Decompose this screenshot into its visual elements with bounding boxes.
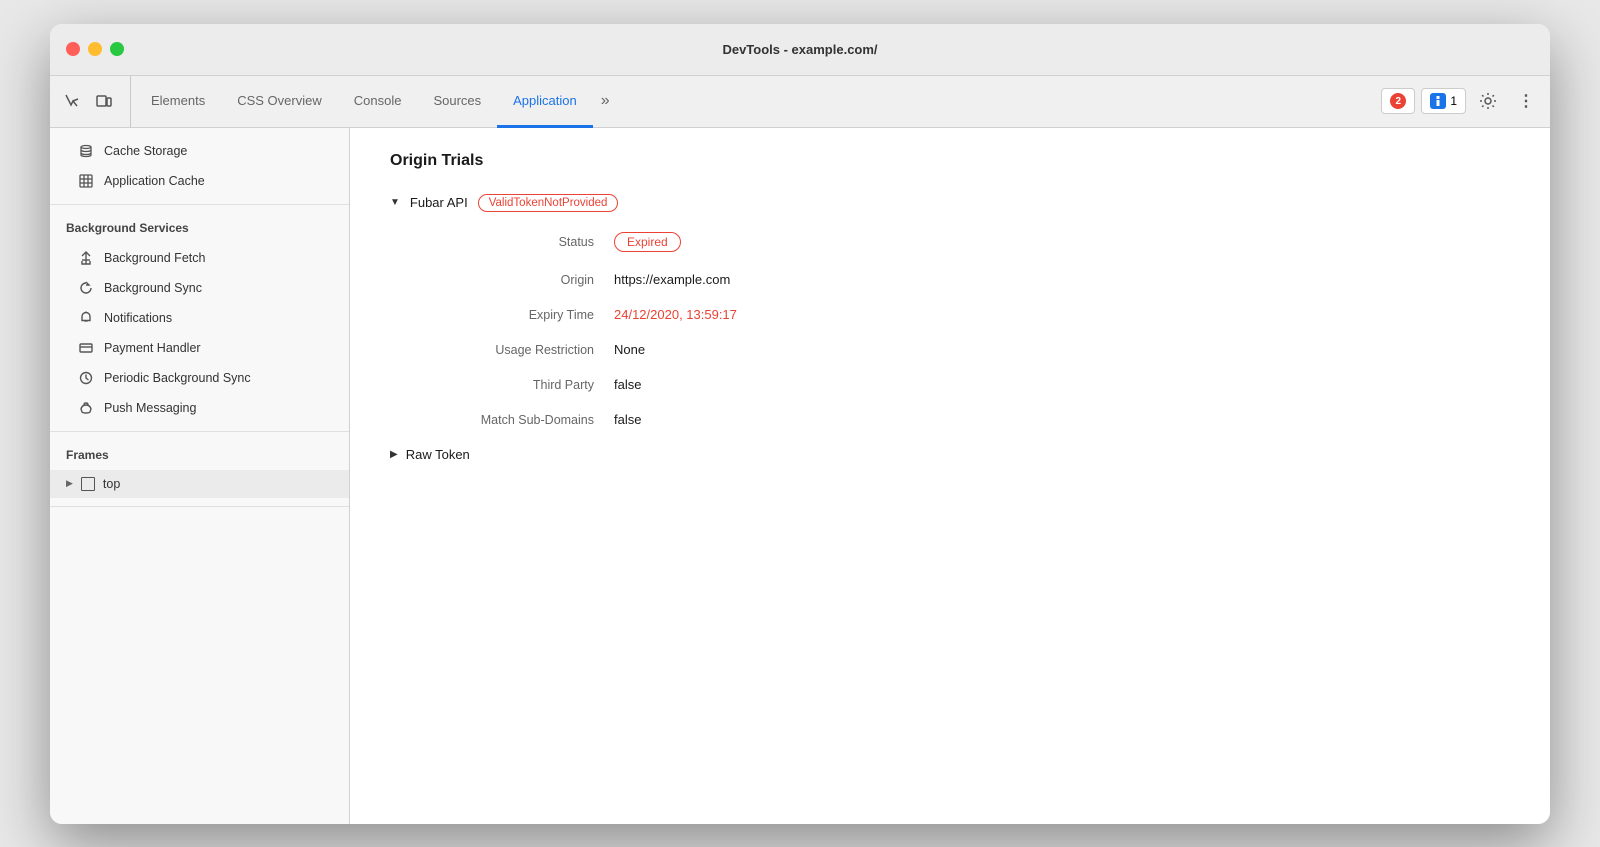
- status-value: Expired: [614, 232, 681, 252]
- usage-restriction-value: None: [614, 342, 645, 357]
- status-row: Status Expired: [414, 232, 1510, 252]
- devtools-window: DevTools - example.com/ Elements: [50, 24, 1550, 824]
- frames-top-icon: [81, 477, 95, 491]
- frames-top-arrow: ▶: [66, 478, 73, 489]
- frames-section: Frames ▶ top: [50, 432, 349, 507]
- raw-token-arrow[interactable]: ▶: [390, 449, 398, 460]
- expiry-label: Expiry Time: [414, 308, 614, 322]
- third-party-row: Third Party false: [414, 377, 1510, 392]
- notifications-icon: [78, 310, 94, 326]
- toolbar-right: 2 2 1 ⋮: [1381, 76, 1542, 127]
- tab-css-overview[interactable]: CSS Overview: [221, 77, 338, 128]
- sidebar-item-notifications[interactable]: Notifications: [50, 303, 349, 333]
- origin-label: Origin: [414, 273, 614, 287]
- api-section: ▼ Fubar API ValidTokenNotProvided Status…: [390, 194, 1510, 462]
- match-subdomains-label: Match Sub-Domains: [414, 413, 614, 427]
- info-icon: [1430, 93, 1446, 109]
- raw-token-row: ▶ Raw Token: [390, 447, 1510, 462]
- background-services-header: Background Services: [50, 213, 349, 243]
- match-subdomains-value: false: [614, 412, 641, 427]
- content-panel: Origin Trials ▼ Fubar API ValidTokenNotP…: [350, 128, 1550, 824]
- periodic-background-sync-icon: [78, 370, 94, 386]
- sidebar-item-frames-top[interactable]: ▶ top: [50, 470, 349, 498]
- background-fetch-icon: [78, 250, 94, 266]
- match-subdomains-row: Match Sub-Domains false: [414, 412, 1510, 427]
- sidebar-item-application-cache[interactable]: Application Cache: [50, 166, 349, 196]
- close-button[interactable]: [66, 42, 80, 56]
- tab-sources[interactable]: Sources: [417, 77, 497, 128]
- storage-section: Cache Storage Application Cache: [50, 128, 349, 205]
- error-badge-button[interactable]: 2 2: [1381, 88, 1415, 114]
- frames-header: Frames: [50, 440, 349, 470]
- tabs-list: Elements CSS Overview Console Sources Ap…: [135, 76, 1381, 127]
- origin-value: https://example.com: [614, 272, 730, 287]
- raw-token-label: Raw Token: [406, 447, 470, 462]
- sidebar-item-background-fetch[interactable]: Background Fetch: [50, 243, 349, 273]
- more-tabs-button[interactable]: »: [593, 76, 618, 127]
- status-label: Status: [414, 235, 614, 249]
- third-party-value: false: [614, 377, 641, 392]
- tab-console[interactable]: Console: [338, 77, 418, 128]
- sidebar-item-background-sync[interactable]: Background Sync: [50, 273, 349, 303]
- minimize-button[interactable]: [88, 42, 102, 56]
- usage-restriction-label: Usage Restriction: [414, 343, 614, 357]
- cache-storage-icon: [78, 143, 94, 159]
- background-services-section: Background Services Background Fetch: [50, 205, 349, 432]
- traffic-lights: [66, 42, 124, 56]
- settings-button[interactable]: [1472, 85, 1504, 117]
- push-messaging-icon: [78, 400, 94, 416]
- origin-row: Origin https://example.com: [414, 272, 1510, 287]
- error-count: 2: [1390, 93, 1406, 109]
- detail-table: Status Expired Origin https://example.co…: [414, 232, 1510, 427]
- info-badge-button[interactable]: 1: [1421, 88, 1466, 114]
- toolbar-icons: [58, 76, 131, 127]
- sidebar-item-payment-handler[interactable]: Payment Handler: [50, 333, 349, 363]
- tab-application[interactable]: Application: [497, 77, 593, 128]
- more-options-button[interactable]: ⋮: [1510, 85, 1542, 117]
- api-expand-arrow[interactable]: ▼: [390, 197, 400, 208]
- tabs-bar: Elements CSS Overview Console Sources Ap…: [50, 76, 1550, 128]
- expiry-value: 24/12/2020, 13:59:17: [614, 307, 737, 322]
- payment-handler-icon: [78, 340, 94, 356]
- device-toggle-icon[interactable]: [90, 87, 118, 115]
- sidebar-item-push-messaging[interactable]: Push Messaging: [50, 393, 349, 423]
- titlebar: DevTools - example.com/: [50, 24, 1550, 76]
- third-party-label: Third Party: [414, 378, 614, 392]
- background-sync-icon: [78, 280, 94, 296]
- api-name: Fubar API: [410, 195, 468, 210]
- maximize-button[interactable]: [110, 42, 124, 56]
- usage-restriction-row: Usage Restriction None: [414, 342, 1510, 357]
- application-cache-icon: [78, 173, 94, 189]
- info-count: 1: [1450, 94, 1457, 108]
- tab-elements[interactable]: Elements: [135, 77, 221, 128]
- expiry-row: Expiry Time 24/12/2020, 13:59:17: [414, 307, 1510, 322]
- sidebar-item-periodic-background-sync[interactable]: Periodic Background Sync: [50, 363, 349, 393]
- inspect-icon[interactable]: [58, 87, 86, 115]
- sidebar: Cache Storage Application Cache: [50, 128, 350, 824]
- page-title: Origin Trials: [390, 152, 1510, 170]
- main-content: Cache Storage Application Cache: [50, 128, 1550, 824]
- api-badge: ValidTokenNotProvided: [478, 194, 619, 212]
- api-header: ▼ Fubar API ValidTokenNotProvided: [390, 194, 1510, 212]
- window-title: DevTools - example.com/: [722, 42, 877, 57]
- sidebar-item-cache-storage[interactable]: Cache Storage: [50, 136, 349, 166]
